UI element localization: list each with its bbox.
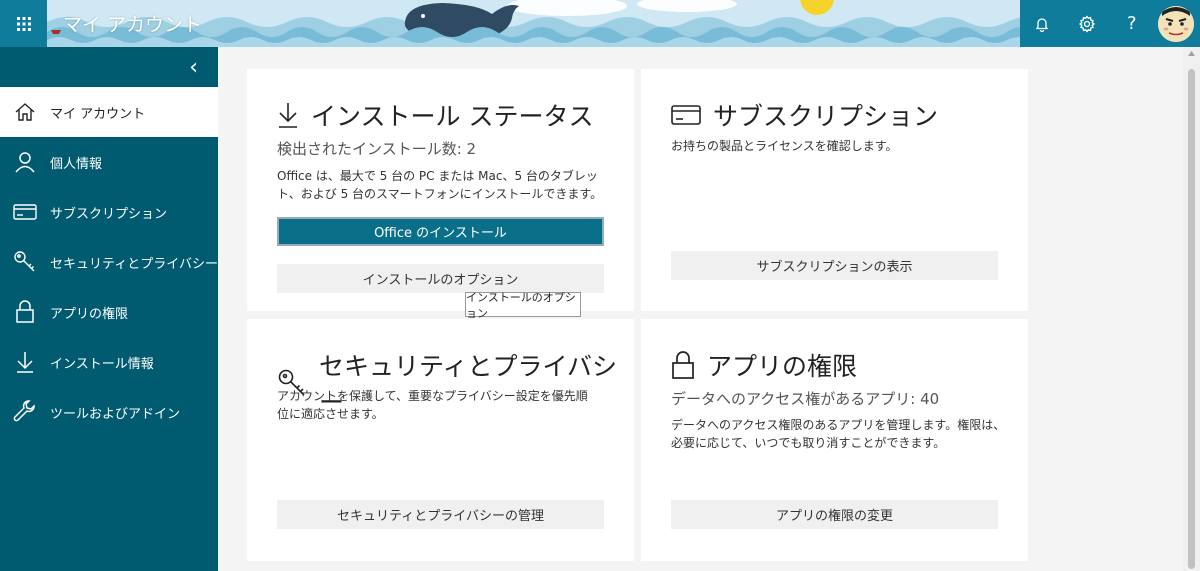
collapse-sidebar-button[interactable]: ‹ bbox=[0, 47, 218, 87]
app-launcher-button[interactable] bbox=[0, 0, 47, 47]
sidebar: ‹ マイ アカウント 個人情報 サブスクリプション セキュリティとプライバシー … bbox=[0, 47, 218, 571]
card-title: インストール ステータス bbox=[277, 97, 593, 133]
sidebar-item-label: セキュリティとプライバシー bbox=[50, 256, 218, 272]
install-count: 検出されたインストール数: 2 bbox=[277, 140, 477, 158]
settings-button[interactable] bbox=[1065, 0, 1110, 47]
card-icon bbox=[0, 203, 50, 221]
download-icon bbox=[277, 101, 299, 129]
card-title-text: インストール ステータス bbox=[311, 102, 594, 131]
app-permissions-card: アプリの権限 データへのアクセス権があるアプリ: 40 データへのアクセス権限の… bbox=[641, 319, 1028, 561]
card-description: お持ちの製品とライセンスを確認します。 bbox=[671, 139, 898, 153]
home-icon bbox=[0, 102, 50, 122]
notifications-button[interactable] bbox=[1020, 0, 1065, 47]
gear-icon bbox=[1078, 14, 1096, 33]
sidebar-item-personal-info[interactable]: 個人情報 bbox=[0, 137, 218, 187]
lock-icon bbox=[0, 300, 50, 324]
top-bar: マイ アカウント ? bbox=[0, 0, 1200, 47]
download-icon bbox=[0, 350, 50, 374]
install-status-card: インストール ステータス 検出されたインストール数: 2 Office は、最大… bbox=[247, 69, 634, 311]
apps-count: データへのアクセス権があるアプリ: 40 bbox=[671, 390, 940, 408]
chevron-left-icon: ‹ bbox=[189, 54, 198, 80]
security-privacy-card: セキュリティとプライバシー アカウントを保護して、重要なプライバシー設定を優先順… bbox=[247, 319, 634, 561]
app-title[interactable]: マイ アカウント bbox=[63, 10, 202, 37]
install-options-tooltip: インストールのオプション bbox=[465, 291, 581, 320]
view-subscriptions-button[interactable]: サブスクリプションの表示 bbox=[671, 251, 998, 280]
help-icon: ? bbox=[1127, 13, 1137, 34]
manage-security-button[interactable]: セキュリティとプライバシーの管理 bbox=[277, 500, 604, 529]
header-banner: マイ アカウント bbox=[47, 0, 1020, 47]
bell-icon bbox=[1036, 17, 1049, 32]
sidebar-item-security-privacy[interactable]: セキュリティとプライバシー bbox=[0, 237, 218, 287]
install-office-button[interactable]: Office のインストール bbox=[277, 217, 604, 246]
avatar-face-icon bbox=[1158, 5, 1194, 42]
card-description: アカウントを保護して、重要なプライバシー設定を優先順位に適応させます。 bbox=[277, 389, 588, 421]
help-button[interactable]: ? bbox=[1109, 0, 1154, 47]
person-icon bbox=[0, 151, 50, 173]
key-icon bbox=[0, 250, 50, 274]
sidebar-item-app-permissions[interactable]: アプリの権限 bbox=[0, 287, 218, 337]
card-title: アプリの権限 bbox=[671, 347, 857, 383]
card-description: データへのアクセス権限のあるアプリを管理します。権限は、必要に応じて、いつでも取… bbox=[671, 418, 1006, 450]
wrench-icon bbox=[0, 400, 50, 424]
scrollbar-thumb[interactable] bbox=[1188, 69, 1195, 569]
change-app-permissions-button[interactable]: アプリの権限の変更 bbox=[671, 500, 998, 529]
avatar[interactable] bbox=[1158, 5, 1194, 42]
sidebar-item-label: ツールおよびアドイン bbox=[50, 406, 181, 422]
lock-icon bbox=[671, 350, 695, 380]
card-description: Office は、最大で 5 台の PC または Mac、5 台のタブレット、お… bbox=[277, 169, 603, 201]
sidebar-item-label: マイ アカウント bbox=[50, 106, 146, 122]
card-title-text: アプリの権限 bbox=[707, 352, 858, 381]
sidebar-item-label: 個人情報 bbox=[50, 156, 103, 172]
sidebar-item-subscriptions[interactable]: サブスクリプション bbox=[0, 187, 218, 237]
main-content: インストール ステータス 検出されたインストール数: 2 Office は、最大… bbox=[218, 47, 1183, 571]
sidebar-item-my-account[interactable]: マイ アカウント bbox=[0, 87, 218, 137]
scroll-up-arrow-icon[interactable] bbox=[1187, 49, 1196, 58]
header-actions: ? bbox=[1020, 0, 1200, 47]
sidebar-item-label: インストール情報 bbox=[50, 356, 154, 372]
card-title-text: サブスクリプション bbox=[713, 102, 939, 131]
sidebar-item-install-info[interactable]: インストール情報 bbox=[0, 337, 218, 387]
subscription-card: サブスクリプション お持ちの製品とライセンスを確認します。 サブスクリプションの… bbox=[641, 69, 1028, 311]
vertical-scrollbar[interactable] bbox=[1183, 47, 1200, 571]
sidebar-item-label: アプリの権限 bbox=[50, 306, 129, 322]
card-icon bbox=[671, 104, 701, 126]
sidebar-item-tools-addins[interactable]: ツールおよびアドイン bbox=[0, 387, 218, 437]
sidebar-item-label: サブスクリプション bbox=[50, 206, 168, 222]
waffle-icon bbox=[16, 16, 31, 31]
card-title: サブスクリプション bbox=[671, 97, 938, 133]
